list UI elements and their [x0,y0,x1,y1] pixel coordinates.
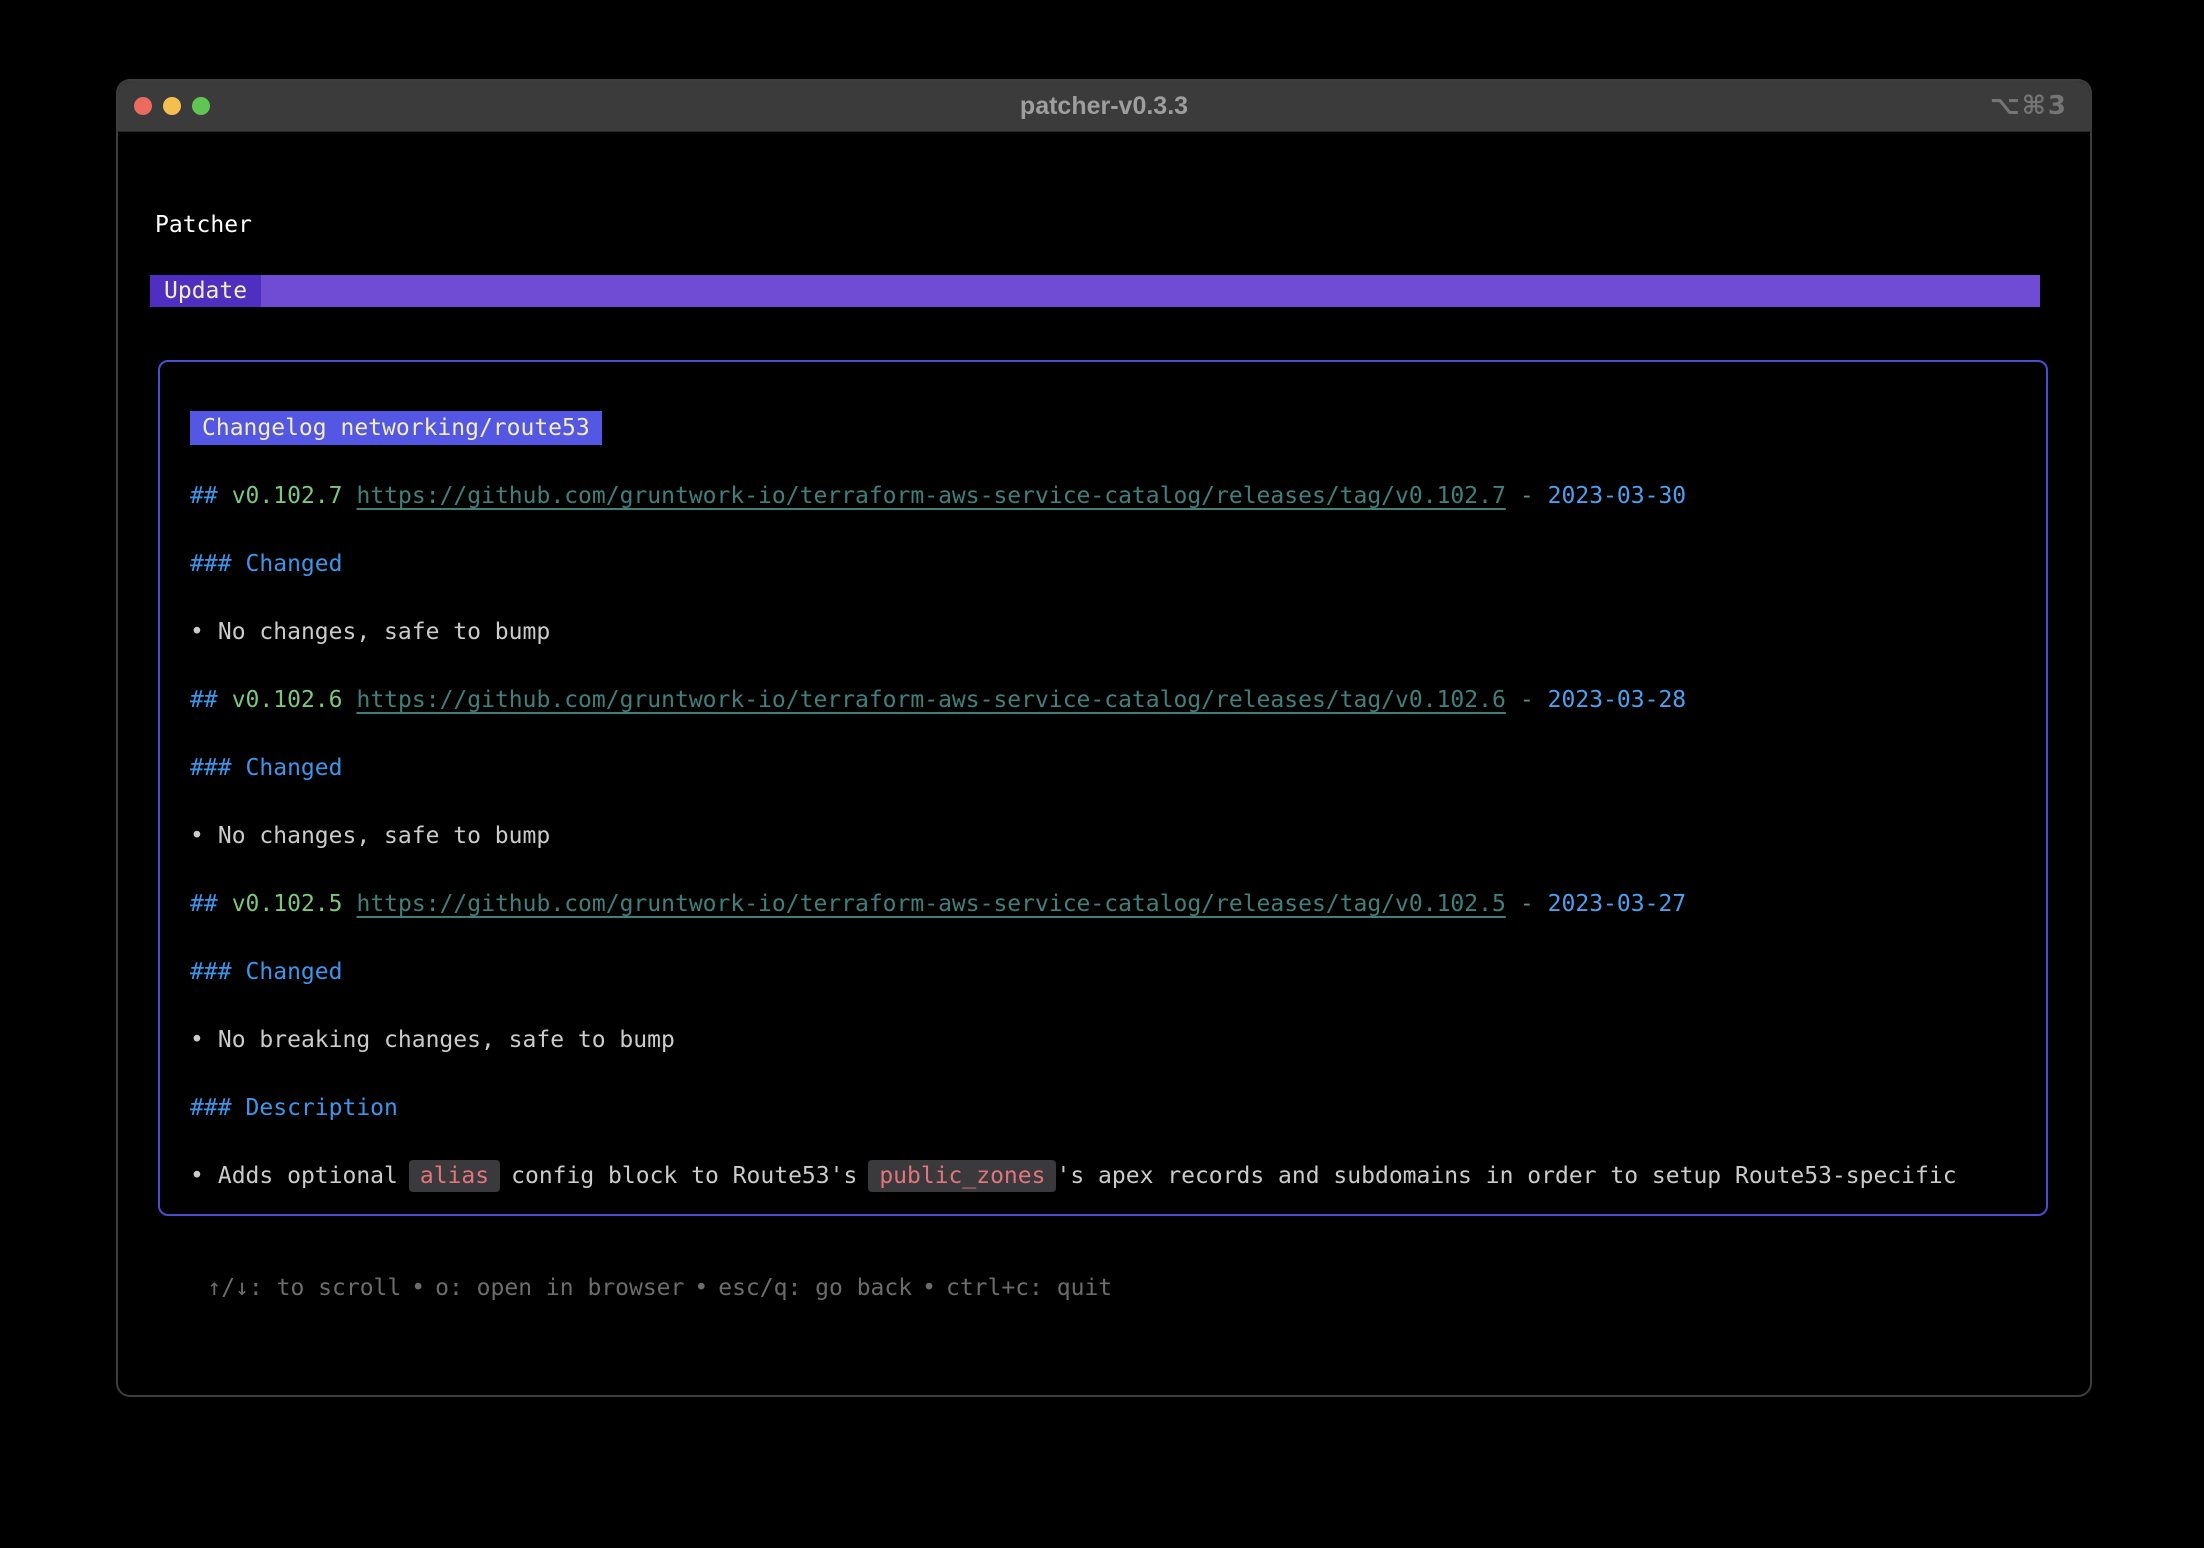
help-quit: ctrl+c: quit [946,1275,1112,1301]
markdown-hashes: ## [190,891,218,917]
release-version: v0.102.6 [232,687,343,713]
release-heading: ## v0.102.7 https://github.com/gruntwork… [190,462,2026,530]
changelog-title-badge: Changelog networking/route53 [190,411,602,445]
markdown-hashes: ## [190,483,218,509]
markdown-hashes: ### [190,551,232,577]
release-date: 2023-03-30 [1548,483,1686,509]
tab-update[interactable]: Update [150,275,261,307]
changelog-bullet: • No changes, safe to bump [190,802,2026,870]
dash-separator: - [1520,483,1534,509]
section-title: Changed [246,959,343,985]
changelog-bullet: • No breaking changes, safe to bump [190,1006,2026,1074]
section-heading: ### Description [190,1074,2026,1142]
section-title: Description [246,1095,398,1121]
changelog-bullet: • No changes, safe to bump [190,598,2026,666]
tab-bar: Update [150,275,2040,307]
section-title: Changed [246,755,343,781]
changelog-viewport[interactable]: Changelog networking/route53 ## v0.102.7… [158,360,2048,1216]
inline-code-public-zones: public_zones [868,1160,1056,1192]
bullet-icon: • [190,619,204,645]
keyboard-shortcut-hint: ⌥⌘3 [1990,81,2068,131]
help-separator-icon: • [411,1275,425,1301]
release-heading: ## v0.102.6 https://github.com/gruntwork… [190,666,2026,734]
release-link[interactable]: https://github.com/gruntwork-io/terrafor… [356,687,1505,713]
release-date: 2023-03-27 [1548,891,1686,917]
bullet-icon: • [190,1027,204,1053]
bullet-icon: • [190,823,204,849]
section-title: Changed [246,551,343,577]
bullet-text: No changes, safe to bump [218,823,550,849]
page-title: Patcher [155,213,252,237]
markdown-hashes: ### [190,959,232,985]
changelog-badge-row: Changelog networking/route53 [190,394,2026,462]
release-link[interactable]: https://github.com/gruntwork-io/terrafor… [356,891,1505,917]
markdown-hashes: ### [190,755,232,781]
help-separator-icon: • [922,1275,936,1301]
markdown-hashes: ## [190,687,218,713]
section-heading: ### Changed [190,734,2026,802]
bullet-text: No breaking changes, safe to bump [218,1027,675,1053]
help-open-browser: o: open in browser [435,1275,684,1301]
section-heading: ### Changed [190,938,2026,1006]
release-version: v0.102.7 [232,483,343,509]
help-bar: ↑/↓: to scroll • o: open in browser • esc/q:… [152,1249,1112,1327]
dash-separator: - [1520,687,1534,713]
inline-code-alias: alias [409,1160,500,1192]
bullet-text: No changes, safe to bump [218,619,550,645]
bullet-text-part: config block to Route53's [511,1163,857,1189]
release-date: 2023-03-28 [1548,687,1686,713]
release-link[interactable]: https://github.com/gruntwork-io/terrafor… [356,483,1505,509]
bullet-text-part: Adds optional [218,1163,398,1189]
window-titlebar: patcher-v0.3.3 ⌥⌘3 [118,81,2090,132]
help-separator-icon: • [694,1275,708,1301]
release-version: v0.102.5 [232,891,343,917]
dash-separator: - [1520,891,1534,917]
bullet-icon: • [190,1163,204,1189]
section-heading: ### Changed [190,530,2026,598]
window-title: patcher-v0.3.3 [118,81,2090,131]
release-heading: ## v0.102.5 https://github.com/gruntwork… [190,870,2026,938]
bullet-text-part: 's apex records and subdomains in order … [1056,1163,1956,1189]
changelog-bullet: • Adds optional alias config block to Ro… [190,1142,2026,1210]
help-go-back: esc/q: go back [718,1275,912,1301]
markdown-hashes: ### [190,1095,232,1121]
help-scroll: ↑/↓: to scroll [207,1275,401,1301]
app-window: patcher-v0.3.3 ⌥⌘3 Patcher Update Change… [116,79,2092,1397]
